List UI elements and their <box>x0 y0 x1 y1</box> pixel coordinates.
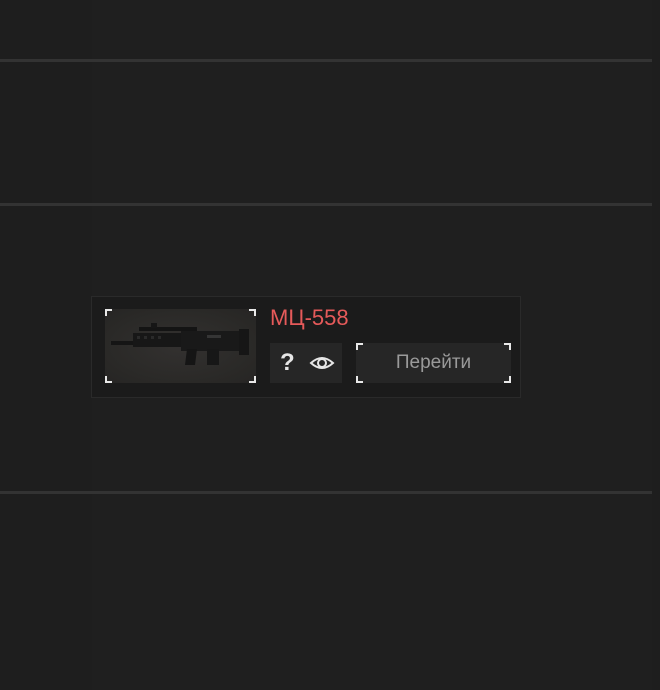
divider-bottom <box>0 491 652 494</box>
divider-middle <box>0 203 652 206</box>
item-actions: ? <box>270 343 342 383</box>
frame-corner-tr <box>249 309 256 316</box>
divider-top <box>0 59 652 62</box>
frame-corner-bl <box>105 376 112 383</box>
go-button-label: Перейти <box>395 352 472 373</box>
item-card: МЦ-558 ? Перейти <box>91 296 521 398</box>
item-thumbnail[interactable] <box>105 309 256 383</box>
frame-corner-br <box>249 376 256 383</box>
frame-corner-tl <box>105 309 112 316</box>
item-name: МЦ-558 <box>270 305 349 330</box>
rifle-image <box>111 323 249 365</box>
eye-icon[interactable] <box>309 352 335 374</box>
go-button[interactable]: Перейти <box>356 343 511 383</box>
question-icon[interactable]: ? <box>280 349 295 377</box>
